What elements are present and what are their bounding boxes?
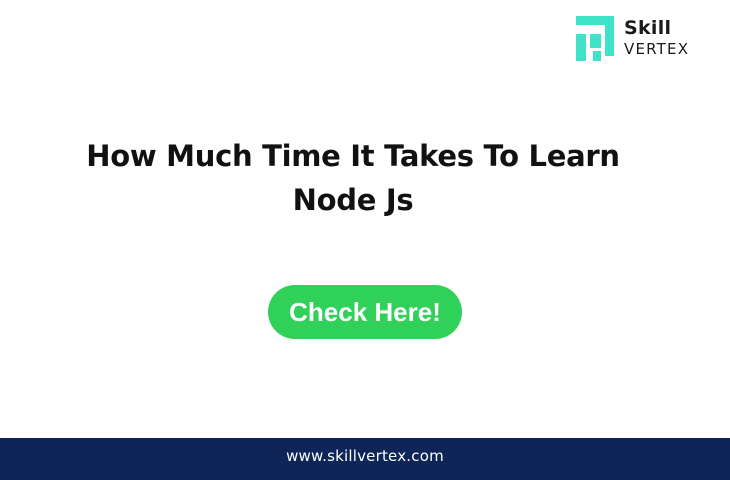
footer-bar: www.skillvertex.com [0,438,730,480]
page-headline: How Much Time It Takes To Learn Node Js [0,134,706,222]
brand-logo: Skill VERTEX [576,14,706,62]
skillvertex-logo-icon [576,16,614,61]
logo-text-vertex: VERTEX [624,40,690,58]
logo-text-skill: Skill [624,17,672,39]
footer-url-link[interactable]: www.skillvertex.com [286,447,444,465]
check-here-button[interactable]: Check Here! [268,285,462,339]
headline-line-2: Node Js [292,183,414,217]
headline-line-1: How Much Time It Takes To Learn [86,139,620,173]
